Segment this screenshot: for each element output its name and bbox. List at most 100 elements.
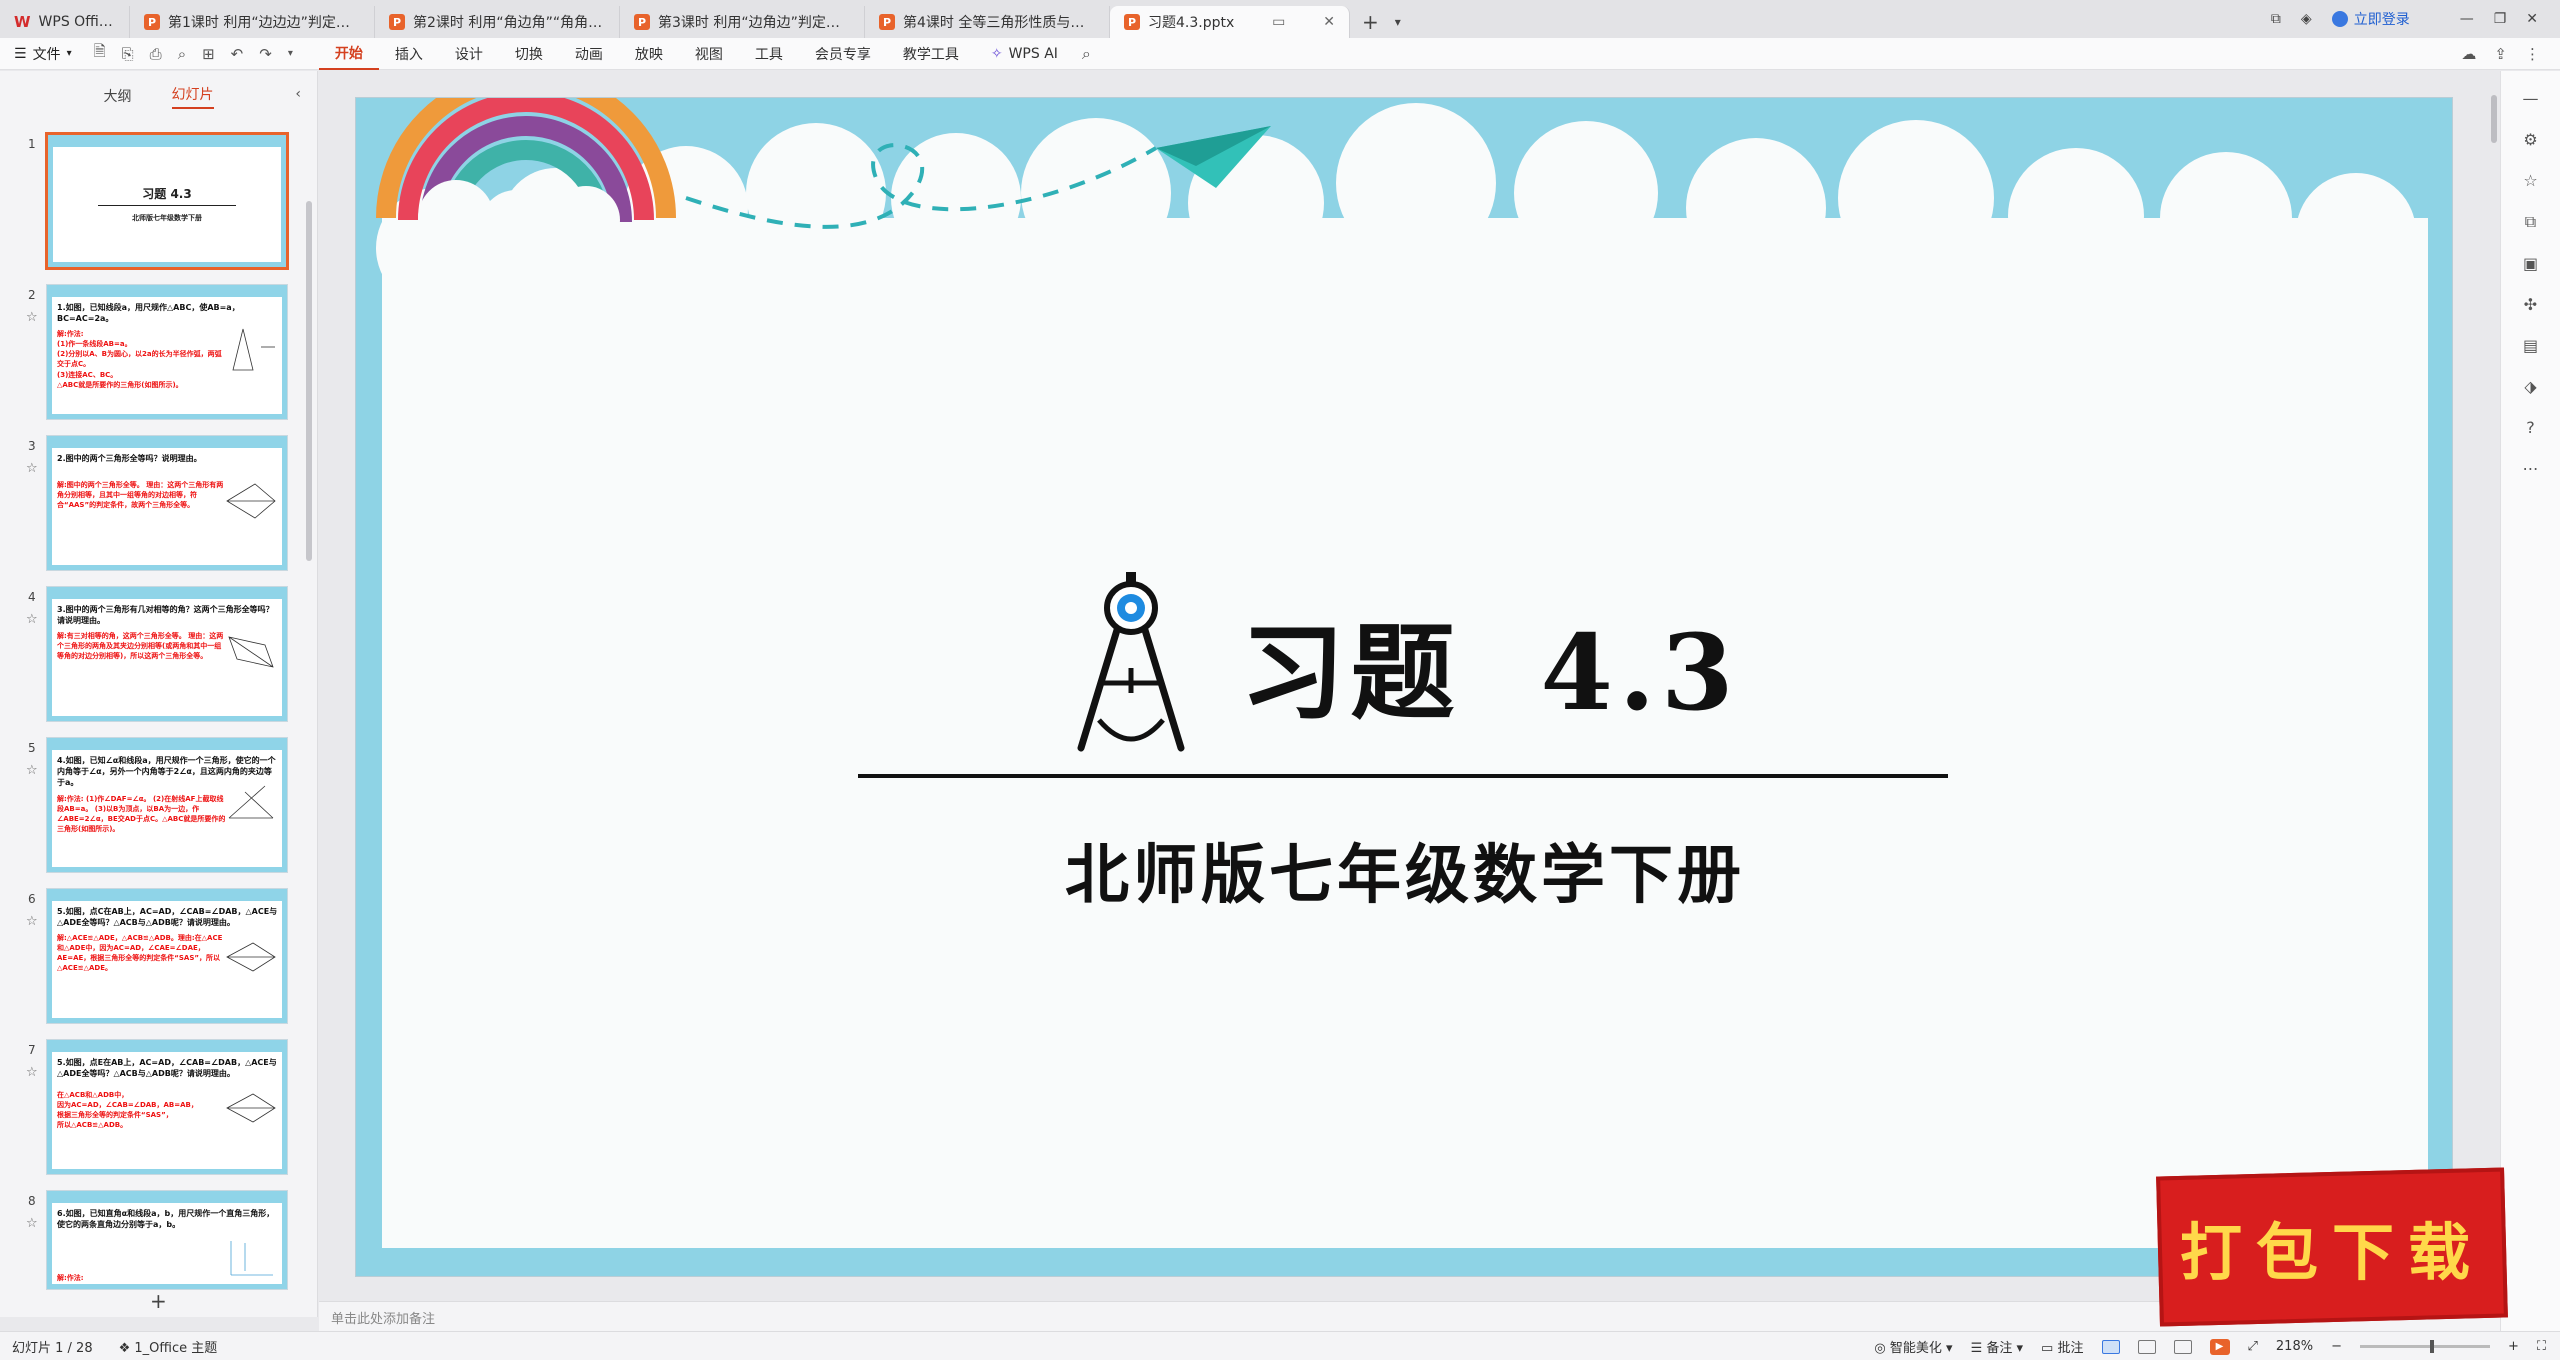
zoom-slider-knob[interactable] [2429, 1340, 2434, 1353]
menu-tools[interactable]: 工具 [739, 38, 799, 70]
thumbnail-row[interactable]: 6 ☆ 5.如图，点C在AB上，AC=AD，∠CAB=∠DAB，△ACE与△AD… [0, 882, 300, 1033]
tab-document[interactable]: P 第1课时 利用“边边边”判定三角形全等 [130, 6, 375, 38]
format-painter-icon[interactable]: ⊞ [202, 45, 215, 63]
slide-thumbnail[interactable]: 1.如图，已知线段a，用尺规作△ABC，使AB=a，BC=AC=2a。 解:作法… [46, 284, 288, 420]
window-layout-icon[interactable]: ⧉ [2271, 11, 2281, 27]
star-icon[interactable]: ☆ [26, 914, 38, 929]
menu-transition[interactable]: 切换 [499, 38, 559, 70]
adjust-icon[interactable]: ⚙ [2523, 130, 2537, 149]
menu-home[interactable]: 开始 [318, 38, 379, 70]
monitor-icon[interactable]: ▭ [1272, 14, 1285, 30]
close-icon[interactable]: ✕ [1323, 14, 1335, 30]
slide-thumbnail[interactable]: 2.图中的两个三角形全等吗？说明理由。 解:图中的两个三角形全等。 理由：这两个… [46, 435, 288, 571]
star-icon[interactable]: ☆ [26, 310, 38, 325]
normal-view-button[interactable] [2101, 1339, 2120, 1354]
thumbnail-row[interactable]: 2 ☆ 1.如图，已知线段a，用尺规作△ABC，使AB=a，BC=AC=2a。 … [0, 278, 300, 429]
star-icon[interactable]: ☆ [26, 612, 38, 627]
minimize-panel-icon[interactable]: — [2523, 89, 2539, 108]
tab-outline[interactable]: 大纲 [104, 86, 132, 106]
star-icon[interactable]: ☆ [26, 1065, 38, 1080]
thumbnail-row[interactable]: 7 ☆ 5.如图，点E在AB上，AC=AD，∠CAB=∠DAB，△ACE与△AD… [0, 1033, 300, 1184]
fit-window-icon[interactable]: ⤢ [2248, 1339, 2258, 1354]
status-bar: 幻灯片 1 / 28 ❖ 1_Office 主题 ◎ 智能美化 ▾ ☰ 备注 ▾… [0, 1331, 2560, 1360]
comments-button[interactable]: ▭ 批注 [2041, 1337, 2083, 1356]
tab-document[interactable]: P 第2课时 利用“角边角”“角角边”判定 [375, 6, 620, 38]
theme-icon: ❖ [118, 1340, 131, 1356]
minimize-icon[interactable]: — [2460, 11, 2474, 27]
book-icon[interactable]: ▤ [2523, 336, 2538, 355]
star-icon[interactable]: ☆ [26, 1216, 38, 1231]
save-icon[interactable]: 🗎 [94, 41, 106, 66]
image-icon[interactable]: ▣ [2523, 254, 2538, 273]
fullscreen-icon[interactable]: ⛶ [2537, 1339, 2546, 1354]
current-slide[interactable]: 习题 4.3 北师版七年级数学下册 [355, 97, 2453, 1277]
zoom-slider[interactable] [2359, 1340, 2490, 1353]
tag-icon[interactable]: ⬗ [2524, 377, 2536, 396]
chevron-down-icon[interactable]: ▾ [1391, 6, 1405, 38]
slide-thumbnail[interactable]: 5.如图，点C在AB上，AC=AD，∠CAB=∠DAB，△ACE与△ADE全等吗… [46, 888, 288, 1024]
file-menu[interactable]: ☰ 文件 ▾ [14, 44, 72, 64]
more-options-icon[interactable]: ⋮ [2525, 45, 2540, 63]
menu-insert[interactable]: 插入 [379, 38, 439, 70]
cloud-sync-icon[interactable]: ☁ [2461, 45, 2476, 63]
new-tab-button[interactable]: + [1350, 6, 1391, 38]
help-icon[interactable]: ? [2526, 418, 2535, 437]
slide-subtitle[interactable]: 北师版七年级数学下册 [356, 824, 2452, 916]
menu-design[interactable]: 设计 [439, 38, 499, 70]
zoom-out-icon[interactable]: − [2331, 1339, 2342, 1354]
close-window-icon[interactable]: ✕ [2526, 11, 2538, 27]
tab-document[interactable]: P 第3课时 利用“边角边”判定三角形全等 [620, 6, 865, 38]
tab-slides[interactable]: 幻灯片 [171, 84, 214, 109]
slide-thumbnail[interactable]: 5.如图，点E在AB上，AC=AD，∠CAB=∠DAB，△ACE与△ADE全等吗… [46, 1039, 288, 1175]
search-icon[interactable]: ⌕ [1082, 44, 1091, 64]
more-icon[interactable]: ▾ [288, 48, 293, 59]
print-preview-icon[interactable]: ⌕ [178, 45, 186, 63]
ppt-file-icon: P [634, 14, 650, 30]
tab-home[interactable]: W WPS Office [0, 6, 130, 38]
print-icon[interactable]: ⎙ [150, 45, 162, 63]
thumbnail-row[interactable]: 1 习题 4.3 北师版七年级数学下册 [0, 127, 300, 278]
slide-thumbnail[interactable]: 4.如图，已知∠α和线段a，用尺规作一个三角形，使它的一个内角等于∠α，另外一个… [46, 737, 288, 873]
slide-thumbnail[interactable]: 习题 4.3 北师版七年级数学下册 [45, 132, 289, 270]
notes-button[interactable]: ☰ 备注 ▾ [1971, 1337, 2023, 1356]
canvas-scrollbar[interactable] [2491, 95, 2497, 143]
menu-member[interactable]: 会员专享 [799, 38, 887, 70]
tab-active-document[interactable]: P 习题4.3.pptx ▭ ✕ [1110, 6, 1350, 38]
thumbnail-row[interactable]: 5 ☆ 4.如图，已知∠α和线段a，用尺规作一个三角形，使它的一个内角等于∠α，… [0, 731, 300, 882]
theme-name-group[interactable]: ❖ 1_Office 主题 [119, 1337, 218, 1356]
play-slideshow-button[interactable]: ▶ [2209, 1338, 2230, 1355]
slide-thumbnail[interactable]: 6.如图，已知直角α和线段a，b，用尺规作一个直角三角形，使它的两条直角边分别等… [46, 1190, 288, 1290]
thumbnail-row[interactable]: 4 ☆ 3.图中的两个三角形有几对相等的角？这两个三角形全等吗？请说明理由。 解… [0, 580, 300, 731]
star-icon[interactable]: ☆ [2523, 171, 2537, 190]
star-icon[interactable]: ☆ [26, 461, 38, 476]
menu-wps-ai[interactable]: ✧ WPS AI [975, 38, 1074, 70]
slide-thumbnail[interactable]: 3.图中的两个三角形有几对相等的角？这两个三角形全等吗？请说明理由。 解:有三对… [46, 586, 288, 722]
zoom-level[interactable]: 218% [2276, 1339, 2313, 1354]
export-pdf-icon[interactable]: ⎘ [122, 45, 134, 63]
cube-icon[interactable]: ◈ [2301, 11, 2312, 27]
collapse-panel-icon[interactable]: ‹ [295, 86, 301, 102]
copy-icon[interactable]: ⧉ [2525, 212, 2536, 232]
more-icon[interactable]: ⋯ [2523, 459, 2539, 478]
menu-slideshow[interactable]: 放映 [619, 38, 679, 70]
redo-icon[interactable]: ↷ [259, 45, 272, 63]
thumbnail-body: 在△ACB和△ADB中， 因为AC=AD，∠CAB=∠DAB，AB=AB， 根据… [57, 1091, 198, 1130]
reading-view-button[interactable] [2173, 1339, 2192, 1354]
magic-icon[interactable]: ✣ [2524, 295, 2537, 314]
slide-sorter-button[interactable] [2137, 1339, 2156, 1354]
smart-beautify-button[interactable]: ◎ 智能美化 ▾ [1874, 1337, 1952, 1356]
restore-icon[interactable]: ❐ [2494, 11, 2507, 27]
share-icon[interactable]: ⇪ [2494, 45, 2507, 63]
menu-teaching-tools[interactable]: 教学工具 [887, 38, 975, 70]
login-button[interactable]: 立即登录 [2331, 9, 2410, 29]
undo-icon[interactable]: ↶ [231, 45, 244, 63]
thumbnail-row[interactable]: 3 ☆ 2.图中的两个三角形全等吗？说明理由。 解:图中的两个三角形全等。 理由… [0, 429, 300, 580]
menu-view[interactable]: 视图 [679, 38, 739, 70]
sidebar-scrollbar[interactable] [306, 201, 312, 561]
zoom-in-icon[interactable]: + [2508, 1339, 2519, 1354]
star-icon[interactable]: ☆ [26, 763, 38, 778]
tab-document[interactable]: P 第4课时 全等三角形性质与判定的综合 [865, 6, 1110, 38]
menu-animation[interactable]: 动画 [559, 38, 619, 70]
add-slide-button[interactable]: + [150, 1289, 167, 1313]
slide-title[interactable]: 习题 4.3 [1241, 588, 1740, 739]
